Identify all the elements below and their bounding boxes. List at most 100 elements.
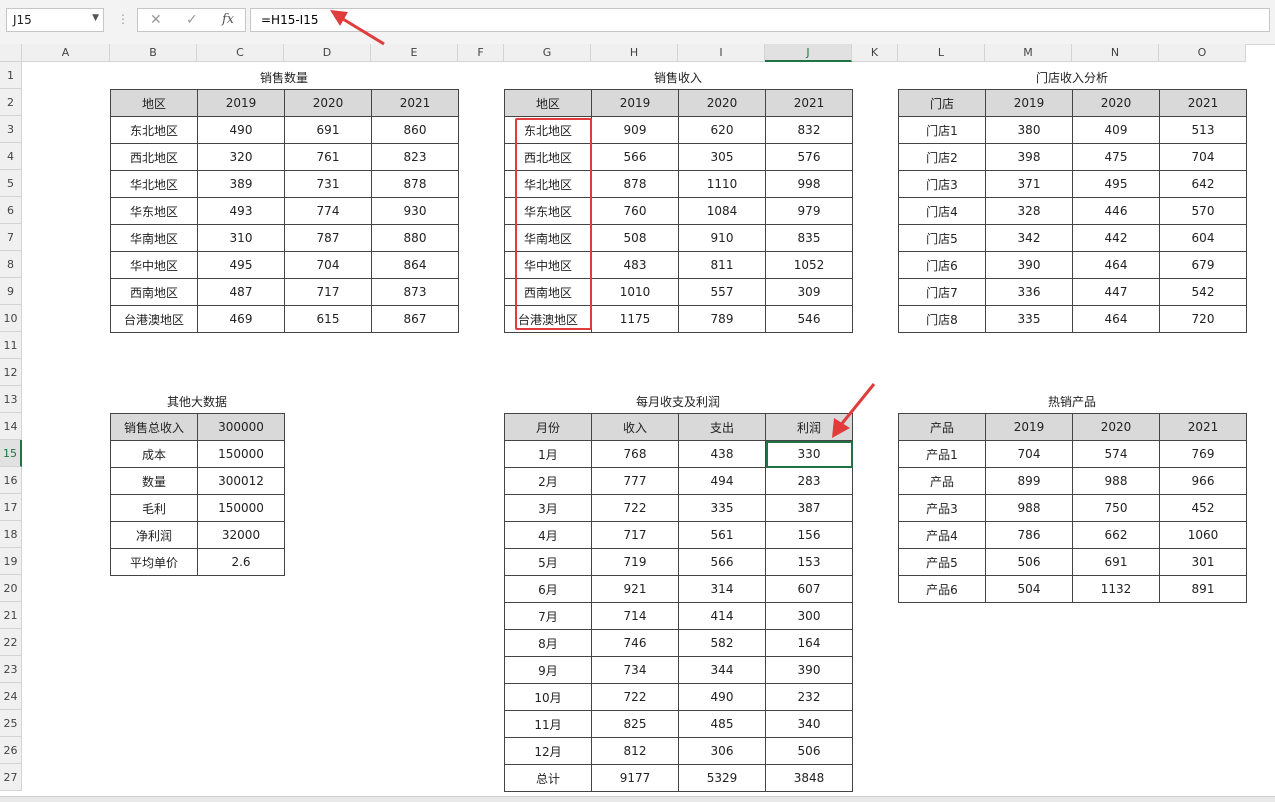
table-cell[interactable]: 662 <box>1072 521 1160 549</box>
table-cell[interactable]: 3月 <box>504 494 592 522</box>
table-cell[interactable]: 380 <box>985 116 1073 144</box>
column-header-c[interactable]: C <box>197 44 284 62</box>
row-header-21[interactable]: 21 <box>0 602 22 629</box>
row-header-4[interactable]: 4 <box>0 143 22 170</box>
header-cell[interactable]: 产品 <box>898 413 986 441</box>
table-cell[interactable]: 门店4 <box>898 197 986 225</box>
row-header-8[interactable]: 8 <box>0 251 22 278</box>
table-cell[interactable]: 2.6 <box>197 548 285 576</box>
table-cell[interactable]: 557 <box>678 278 766 306</box>
column-header-j[interactable]: J <box>765 44 852 62</box>
row-header-2[interactable]: 2 <box>0 89 22 116</box>
header-cell[interactable]: 2019 <box>591 89 679 117</box>
table-cell[interactable]: 314 <box>678 575 766 603</box>
table-cell[interactable]: 总计 <box>504 764 592 792</box>
table-cell[interactable]: 787 <box>284 224 372 252</box>
table-cell[interactable]: 1月 <box>504 440 592 468</box>
table-cell[interactable]: 产品5 <box>898 548 986 576</box>
row-header-3[interactable]: 3 <box>0 116 22 143</box>
table-cell[interactable]: 734 <box>591 656 679 684</box>
table-cell[interactable]: 150000 <box>197 440 285 468</box>
row-header-9[interactable]: 9 <box>0 278 22 305</box>
table-cell[interactable]: 768 <box>591 440 679 468</box>
header-cell[interactable]: 支出 <box>678 413 766 441</box>
table-cell[interactable]: 数量 <box>110 467 198 495</box>
table-cell[interactable]: 门店2 <box>898 143 986 171</box>
table-cell[interactable]: 305 <box>678 143 766 171</box>
table-cell[interactable]: 32000 <box>197 521 285 549</box>
chevron-down-icon[interactable]: ▼ <box>92 13 99 23</box>
table-cell[interactable]: 310 <box>197 224 285 252</box>
table-cell[interactable]: 232 <box>765 683 853 711</box>
table-cell[interactable]: 769 <box>1159 440 1247 468</box>
table-cell[interactable]: 5月 <box>504 548 592 576</box>
table-cell[interactable]: 464 <box>1072 305 1160 333</box>
row-header-12[interactable]: 12 <box>0 359 22 386</box>
table-cell[interactable]: 704 <box>284 251 372 279</box>
table-cell[interactable]: 毛利 <box>110 494 198 522</box>
table-cell[interactable]: 704 <box>1159 143 1247 171</box>
table-cell[interactable]: 平均单价 <box>110 548 198 576</box>
table-cell[interactable]: 产品3 <box>898 494 986 522</box>
table-cell[interactable]: 309 <box>765 278 853 306</box>
table-cell[interactable]: 891 <box>1159 575 1247 603</box>
table-cell[interactable]: 3848 <box>765 764 853 792</box>
table-cell[interactable]: 产品 <box>898 467 986 495</box>
table-cell[interactable]: 566 <box>678 548 766 576</box>
table-cell[interactable]: 909 <box>591 116 679 144</box>
table-cell[interactable]: 506 <box>985 548 1073 576</box>
table-cell[interactable]: 东北地区 <box>110 116 198 144</box>
row-header-20[interactable]: 20 <box>0 575 22 602</box>
row-header-27[interactable]: 27 <box>0 764 22 791</box>
table-cell[interactable]: 761 <box>284 143 372 171</box>
table-cell[interactable]: 387 <box>765 494 853 522</box>
row-header-18[interactable]: 18 <box>0 521 22 548</box>
header-cell[interactable]: 2021 <box>1159 413 1247 441</box>
table-cell[interactable]: 966 <box>1159 467 1247 495</box>
row-header-6[interactable]: 6 <box>0 197 22 224</box>
table-cell[interactable]: 414 <box>678 602 766 630</box>
table-cell[interactable]: 506 <box>765 737 853 765</box>
table-cell[interactable]: 344 <box>678 656 766 684</box>
row-header-11[interactable]: 11 <box>0 332 22 359</box>
table-cell[interactable]: 878 <box>371 170 459 198</box>
table-cell[interactable]: 成本 <box>110 440 198 468</box>
table-cell[interactable]: 570 <box>1159 197 1247 225</box>
header-cell[interactable]: 2020 <box>678 89 766 117</box>
table-cell[interactable]: 4月 <box>504 521 592 549</box>
header-cell[interactable]: 2021 <box>765 89 853 117</box>
table-cell[interactable]: 1052 <box>765 251 853 279</box>
table-cell[interactable]: 8月 <box>504 629 592 657</box>
row-header-1[interactable]: 1 <box>0 62 22 89</box>
header-cell[interactable]: 地区 <box>110 89 198 117</box>
table-cell[interactable]: 812 <box>591 737 679 765</box>
table-cell[interactable]: 750 <box>1072 494 1160 522</box>
table-cell[interactable]: 576 <box>765 143 853 171</box>
column-header-h[interactable]: H <box>591 44 678 62</box>
table-cell[interactable]: 607 <box>765 575 853 603</box>
row-header-13[interactable]: 13 <box>0 386 22 413</box>
table-cell[interactable]: 产品6 <box>898 575 986 603</box>
column-header-a[interactable]: A <box>22 44 110 62</box>
table-cell[interactable]: 153 <box>765 548 853 576</box>
table-cell[interactable]: 西北地区 <box>110 143 198 171</box>
table-cell[interactable]: 811 <box>678 251 766 279</box>
table-cell[interactable]: 722 <box>591 494 679 522</box>
table-cell[interactable]: 483 <box>591 251 679 279</box>
table-cell[interactable]: 714 <box>591 602 679 630</box>
table-cell[interactable]: 336 <box>985 278 1073 306</box>
table-cell[interactable]: 11月 <box>504 710 592 738</box>
table-cell[interactable]: 746 <box>591 629 679 657</box>
table-cell[interactable]: 446 <box>1072 197 1160 225</box>
row-header-25[interactable]: 25 <box>0 710 22 737</box>
table-cell[interactable]: 979 <box>765 197 853 225</box>
table-cell[interactable]: 283 <box>765 467 853 495</box>
table-cell[interactable]: 864 <box>371 251 459 279</box>
table-cell[interactable]: 390 <box>765 656 853 684</box>
table-cell[interactable]: 691 <box>284 116 372 144</box>
table-cell[interactable]: 679 <box>1159 251 1247 279</box>
header-cell[interactable]: 2019 <box>985 413 1073 441</box>
spreadsheet-grid[interactable]: ABCDEFGHIJKLMNO 1 2 3 4 5 6 7 8 9 10 11 12 13 14 15 16 1… <box>0 44 1275 801</box>
table-cell[interactable]: 582 <box>678 629 766 657</box>
table-cell[interactable]: 493 <box>197 197 285 225</box>
